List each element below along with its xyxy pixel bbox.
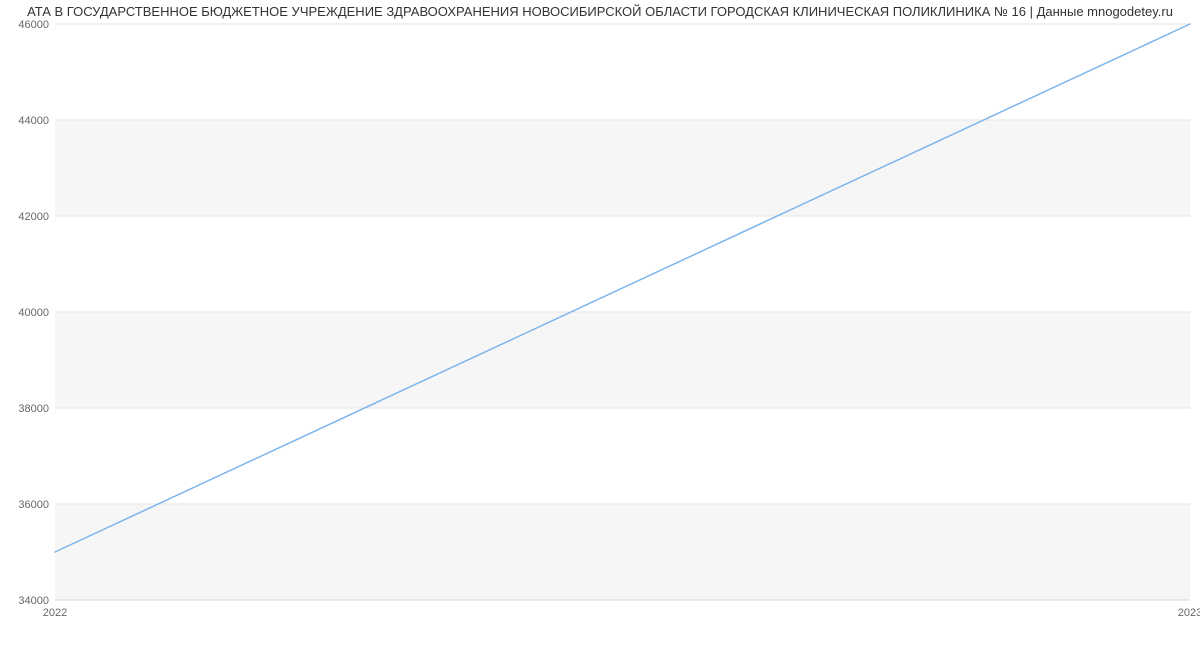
x-tick: 2022 xyxy=(43,607,67,619)
y-tick: 46000 xyxy=(18,19,49,31)
svg-text:44000: 44000 xyxy=(18,115,49,127)
grid-band xyxy=(55,312,1190,408)
grid-band xyxy=(55,120,1190,216)
y-tick: 34000 xyxy=(18,595,49,607)
svg-text:36000: 36000 xyxy=(18,499,49,511)
y-tick: 42000 xyxy=(18,211,49,223)
svg-text:2022: 2022 xyxy=(43,607,67,619)
svg-text:40000: 40000 xyxy=(18,307,49,319)
y-tick: 36000 xyxy=(18,499,49,511)
svg-text:42000: 42000 xyxy=(18,211,49,223)
svg-text:34000: 34000 xyxy=(18,595,49,607)
svg-text:38000: 38000 xyxy=(18,403,49,415)
data-series xyxy=(55,24,1190,552)
y-tick: 40000 xyxy=(18,307,49,319)
svg-text:2023: 2023 xyxy=(1178,607,1200,619)
line-chart: 34000 36000 38000 40000 42000 44000 46000 2022… xyxy=(0,0,1200,650)
x-tick: 2023 xyxy=(1178,607,1200,619)
y-tick: 44000 xyxy=(18,115,49,127)
svg-text:46000: 46000 xyxy=(18,19,49,31)
grid-band xyxy=(55,504,1190,600)
y-tick: 38000 xyxy=(18,403,49,415)
